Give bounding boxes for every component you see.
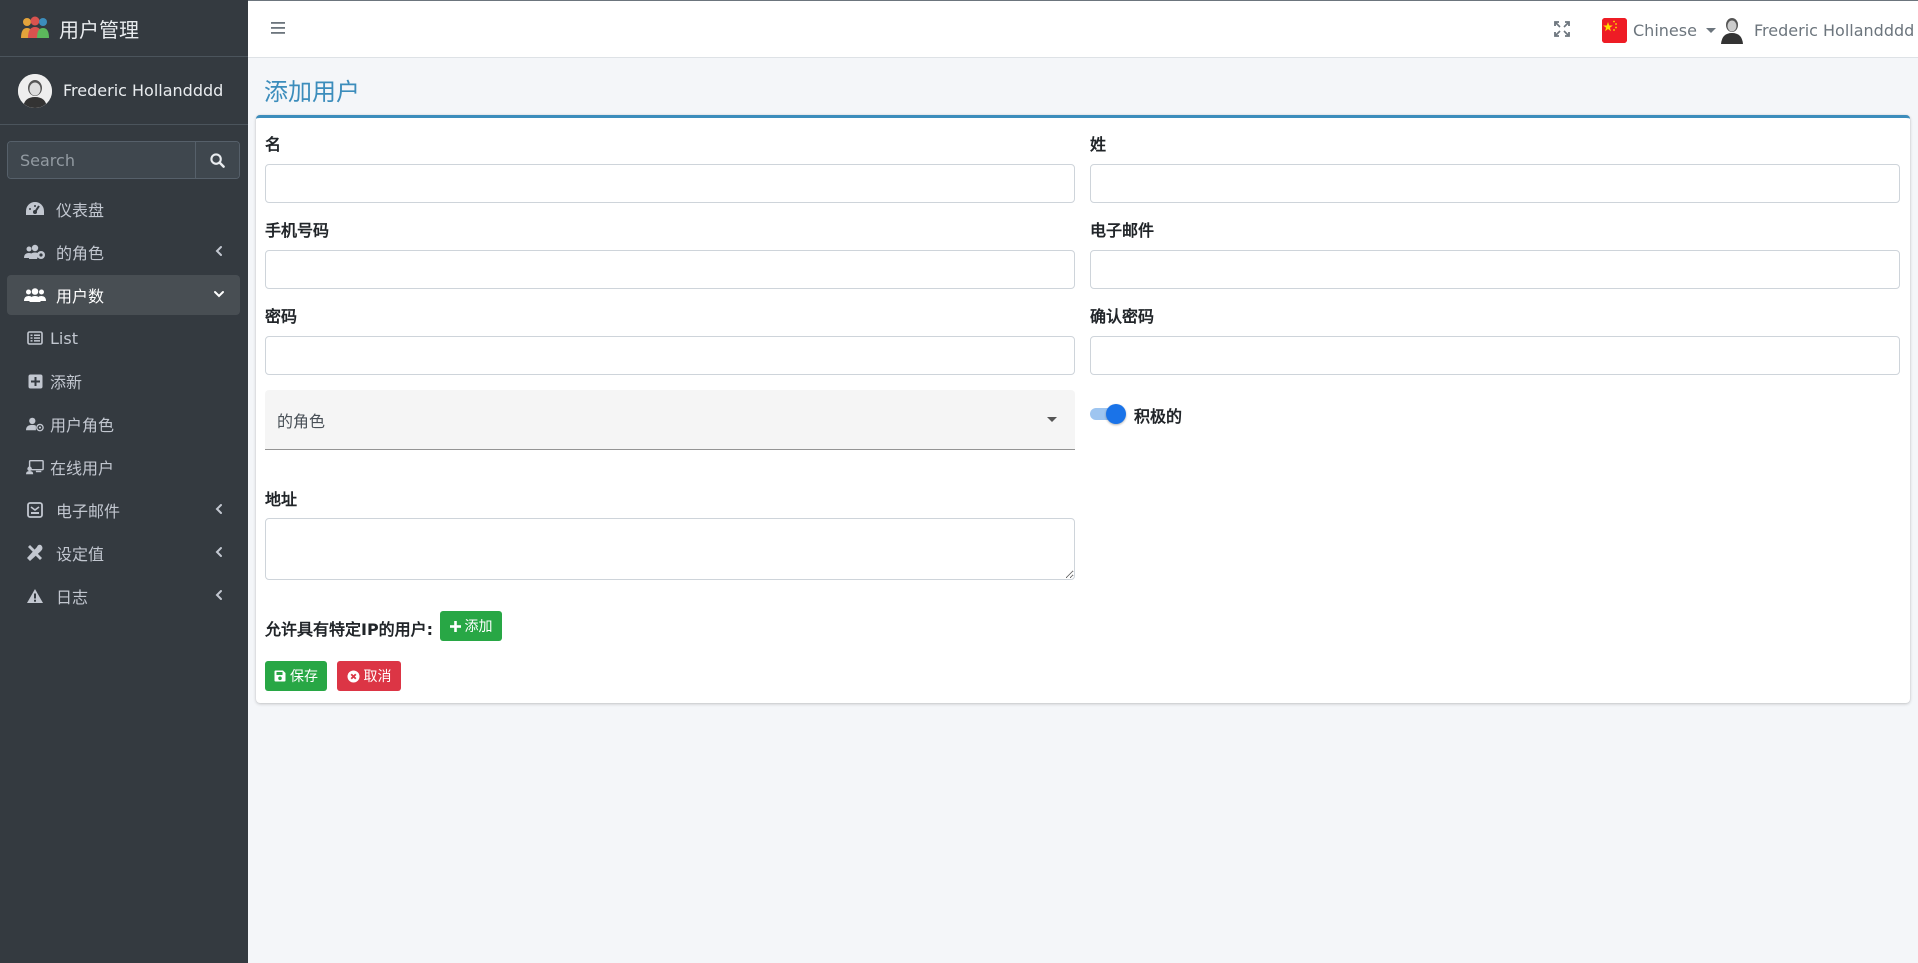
online-users-icon <box>26 458 44 476</box>
add-ip-button-label: 添加 <box>464 619 493 635</box>
sidebar-item-label: 电子邮件 <box>56 502 121 521</box>
times-circle-icon <box>347 670 359 682</box>
active-label: 积极的 <box>1134 407 1183 426</box>
sidebar-item-email[interactable]: 电子邮件 <box>7 490 240 530</box>
mail-bulk-icon <box>24 501 46 519</box>
sidebar-item-label: 在线用户 <box>50 459 115 478</box>
password-label: 密码 <box>265 307 298 326</box>
sidebar: 用户管理 Frederic Hollandddd 仪表盘 <box>0 0 248 963</box>
user-panel[interactable]: Frederic Hollandddd <box>0 57 248 125</box>
save-icon <box>274 670 286 682</box>
cancel-button[interactable]: 取消 <box>337 661 401 691</box>
sidebar-item-label: 添新 <box>50 373 83 392</box>
sidebar-item-label: 用户角色 <box>50 416 115 435</box>
sidebar-item-logs[interactable]: 日志 <box>7 576 240 616</box>
top-navbar: Chinese Frederic Hollandddd <box>248 0 1918 58</box>
confirm-password-label: 确认密码 <box>1090 307 1155 326</box>
phone-label: 手机号码 <box>265 221 330 240</box>
sidebar-search <box>7 141 240 179</box>
last-name-label: 姓 <box>1090 135 1107 154</box>
plus-icon <box>449 620 461 632</box>
sidebar-item-user-list[interactable]: List <box>7 318 240 358</box>
sidebar-item-online-users[interactable]: 在线用户 <box>7 447 240 487</box>
sidebar-item-label: 设定值 <box>56 545 105 564</box>
top-avatar <box>1721 18 1743 44</box>
sidebar-item-label: 用户数 <box>56 287 105 306</box>
chevron-left-icon <box>215 246 222 256</box>
sidebar-item-label: 仪表盘 <box>56 201 105 220</box>
sidebar-item-add-user[interactable]: 添新 <box>7 361 240 401</box>
address-field[interactable] <box>265 518 1075 580</box>
warning-icon <box>24 587 46 605</box>
language-dropdown[interactable]: Chinese <box>1602 17 1716 43</box>
sidebar-user-name[interactable]: Frederic Hollandddd <box>63 81 223 100</box>
sidebar-item-settings[interactable]: 设定值 <box>7 533 240 573</box>
ip-whitelist-label: 允许具有特定IP的用户: <box>265 620 434 639</box>
chevron-left-icon <box>215 590 222 600</box>
sidebar-item-label: 的角色 <box>56 244 105 263</box>
sidebar-nav: 仪表盘 的角色 用户数 List 添新 用户角色 在线用户 电子邮件 设定值 日… <box>0 189 248 616</box>
fullscreen-icon[interactable] <box>1554 21 1570 37</box>
first-name-label: 名 <box>265 135 282 154</box>
user-tag-icon <box>26 415 44 433</box>
phone-field[interactable] <box>265 250 1075 289</box>
toggle-thumb <box>1106 404 1126 424</box>
page-title: 添加用户 <box>264 78 360 106</box>
users-cog-icon <box>24 243 46 261</box>
role-select-placeholder: 的角色 <box>277 411 326 431</box>
hamburger-menu-icon[interactable] <box>270 19 288 37</box>
users-icon <box>24 286 46 304</box>
last-name-field[interactable] <box>1090 164 1900 203</box>
sidebar-item-label: 日志 <box>56 588 89 607</box>
top-user-name: Frederic Hollandddd <box>1754 20 1915 40</box>
chevron-left-icon <box>215 547 222 557</box>
language-label: Chinese <box>1633 20 1697 40</box>
cancel-button-label: 取消 <box>363 669 392 685</box>
chevron-down-icon <box>214 291 224 298</box>
sidebar-item-roles[interactable]: 的角色 <box>7 232 240 272</box>
brand[interactable]: 用户管理 <box>0 0 248 57</box>
search-button[interactable] <box>195 142 239 178</box>
role-select[interactable]: 的角色 <box>265 390 1075 450</box>
brand-logo-icon <box>20 16 50 40</box>
sidebar-item-users[interactable]: 用户数 <box>7 275 240 315</box>
caret-down-icon <box>1047 417 1057 422</box>
email-field[interactable] <box>1090 250 1900 289</box>
caret-down-icon <box>1705 27 1716 33</box>
sidebar-item-label: List <box>50 328 78 348</box>
top-user-menu[interactable]: Frederic Hollandddd <box>1720 16 1914 44</box>
first-name-field[interactable] <box>265 164 1075 203</box>
address-label: 地址 <box>265 490 298 509</box>
active-toggle[interactable] <box>1090 403 1126 424</box>
email-label: 电子邮件 <box>1090 221 1155 240</box>
add-ip-button[interactable]: 添加 <box>440 611 502 641</box>
china-flag-icon <box>1602 17 1627 43</box>
save-button[interactable]: 保存 <box>265 661 327 691</box>
chevron-left-icon <box>215 504 222 514</box>
search-icon <box>210 152 225 168</box>
tools-icon <box>24 544 46 562</box>
confirm-password-field[interactable] <box>1090 336 1900 375</box>
list-icon <box>26 329 44 347</box>
dashboard-icon <box>24 200 46 218</box>
sidebar-item-user-roles[interactable]: 用户角色 <box>7 404 240 444</box>
search-input[interactable] <box>8 142 195 178</box>
password-field[interactable] <box>265 336 1075 375</box>
add-user-form-card: 名 姓 手机号码 电子邮件 密码 确认密码 的角色 积极的 地址 允许具有特定I… <box>256 115 1910 703</box>
save-button-label: 保存 <box>290 669 318 685</box>
plus-square-icon <box>26 372 44 390</box>
brand-title: 用户管理 <box>59 17 139 42</box>
avatar <box>18 73 52 108</box>
sidebar-item-dashboard[interactable]: 仪表盘 <box>7 189 240 229</box>
